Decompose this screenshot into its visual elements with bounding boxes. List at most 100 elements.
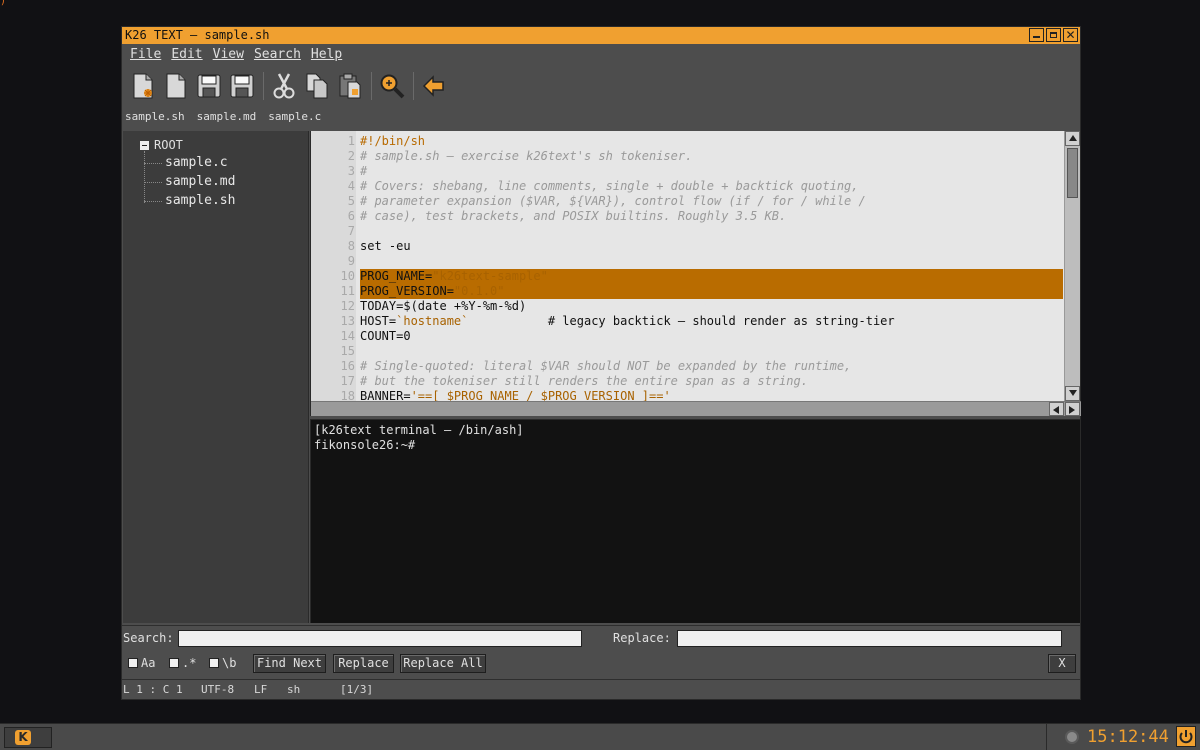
code-line[interactable]: 15 [311,344,1065,359]
checkbox-box[interactable] [128,658,138,668]
tab-sample-c[interactable]: sample.c [268,110,321,124]
tree-item-sample-c[interactable]: sample.c [165,155,228,171]
code-token: # case), test brackets, and POSIX builti… [360,209,787,223]
tree-item-sample-md[interactable]: sample.md [165,174,235,190]
line-text: # Covers: shebang, line comments, single… [360,179,859,194]
power-button[interactable] [1176,726,1196,747]
code-token: # but the tokeniser still renders the en… [360,374,808,388]
scroll-right-button[interactable] [1065,402,1080,416]
replace-button[interactable]: Replace [333,654,394,673]
paste-button[interactable] [335,71,365,101]
code-line[interactable]: 2 # sample.sh — exercise k26text's sh tok… [311,149,1065,164]
code-line[interactable]: 8 set -eu [311,239,1065,254]
scroll-left-button[interactable] [1049,402,1064,416]
code-line[interactable]: 17 # but the tokeniser still renders the … [311,374,1065,389]
code-line[interactable]: 7 [311,224,1065,239]
code-line[interactable]: 1 #!/bin/sh [311,134,1065,149]
code-token: PROG_NAME= [360,269,433,283]
tab-sample-sh[interactable]: sample.sh [125,110,185,124]
close-find-button[interactable]: X [1048,654,1076,673]
maximize-button[interactable] [1046,28,1061,42]
line-number: 9 [347,254,355,268]
encoding: UTF-8 [201,683,235,696]
tab-sample-md[interactable]: sample.md [197,110,257,124]
cut-button[interactable] [269,71,299,101]
menu-help[interactable]: Help [309,46,348,64]
menu-edit[interactable]: Edit [169,46,208,64]
code-line[interactable]: 6 # case), test brackets, and POSIX built… [311,209,1065,224]
code-line[interactable]: 4 # Covers: shebang, line comments, singl… [311,179,1065,194]
save-as-button[interactable] [227,71,257,101]
search-label: Search: [123,631,174,645]
line-number: 15 [340,344,355,358]
replace-input[interactable] [677,630,1062,647]
line-text: # but the tokeniser still renders the en… [360,374,808,389]
code-editor[interactable]: 1 #!/bin/sh 2 # sample.sh — exercise k26tex… [310,131,1081,416]
regex-checkbox[interactable]: .* [169,656,196,670]
window-controls: ✕ [1029,28,1078,42]
new-file-button[interactable] [128,71,158,101]
checkbox-box[interactable] [169,658,179,668]
menu-view-label: View [212,47,244,62]
menu-view[interactable]: View [211,46,250,64]
search-input[interactable] [178,630,582,647]
gear-icon[interactable] [1065,730,1079,744]
back-button[interactable] [419,71,449,101]
checkbox-box[interactable] [209,658,219,668]
line-number: 4 [347,179,355,193]
minimize-button[interactable] [1029,28,1044,42]
code-line[interactable]: 3 # [311,164,1065,179]
vertical-scrollbar[interactable] [1064,131,1080,401]
tree-connector [144,182,162,183]
file-tabs: sample.sh sample.md sample.c [125,110,321,124]
whole-word-label: \b [222,656,237,670]
toolbar-separator [413,72,414,100]
code-line[interactable]: 5 # parameter expansion ($VAR, ${VAR}), c… [311,194,1065,209]
save-as-icon [230,74,254,98]
save-button[interactable] [194,71,224,101]
match-case-checkbox[interactable]: Aa [128,656,155,670]
match-count: [1/3] [340,683,374,696]
code-line[interactable]: 13 HOST=`hostname` # legacy backtick — sh… [311,314,1065,329]
find-next-button[interactable]: Find Next [253,654,326,673]
code-line[interactable]: 14 COUNT=0 [311,329,1065,344]
code-line[interactable]: 11 PROG_VERSION="0.1.0" [311,284,1065,299]
close-button[interactable]: ✕ [1063,28,1078,42]
code-line[interactable]: 9 [311,254,1065,269]
tree-item-sample-sh[interactable]: sample.sh [165,193,235,209]
line-text: set -eu [360,239,411,254]
regex-label: .* [182,656,197,670]
horizontal-scrollbar[interactable] [311,401,1081,416]
code-line[interactable]: 10 PROG_NAME="k26text-sample" [311,269,1065,284]
menu-search[interactable]: Search [252,46,307,64]
code-token: HOST= [360,314,397,328]
title-bar[interactable]: K26 TEXT — sample.sh ✕ [122,27,1080,44]
find-button[interactable] [377,71,407,101]
language: sh [287,683,301,696]
code-line[interactable]: 12 TODAY=$(date +%Y-%m-%d) [311,299,1065,314]
terminal-prompt: fikonsole26:~# [314,438,416,452]
search-zoom-icon [380,74,405,99]
terminal-panel[interactable]: [k26text terminal — /bin/ash] fikonsole2… [310,419,1080,623]
find-replace-bar: Search: Replace: Aa .* \b Find Next Repl… [122,625,1080,679]
line-text: PROG_VERSION="0.1.0" [360,284,1063,299]
scroll-up-button[interactable] [1065,131,1080,146]
copy-button[interactable] [302,71,332,101]
open-file-button[interactable] [161,71,191,101]
line-number: 16 [340,359,355,373]
replace-all-button[interactable]: Replace All [400,654,486,673]
whole-word-checkbox[interactable]: \b [209,656,236,670]
scroll-thumb[interactable] [1067,148,1078,198]
match-case-label: Aa [141,656,156,670]
tree-root[interactable]: ROOT [140,138,183,152]
code-token: PROG_VERSION= [360,284,454,298]
code-token: set -eu [360,239,411,253]
scroll-down-button[interactable] [1065,386,1080,401]
system-tray: 15:12:44 [1046,724,1200,750]
start-button[interactable]: K [4,727,52,748]
menu-file[interactable]: File [128,46,167,64]
collapse-icon[interactable] [140,140,149,150]
code-line[interactable]: 16 # Single-quoted: literal $VAR should N… [311,359,1065,374]
arrow-right-icon [1069,406,1075,414]
code-token: # legacy backtick — should render as str… [468,314,895,328]
